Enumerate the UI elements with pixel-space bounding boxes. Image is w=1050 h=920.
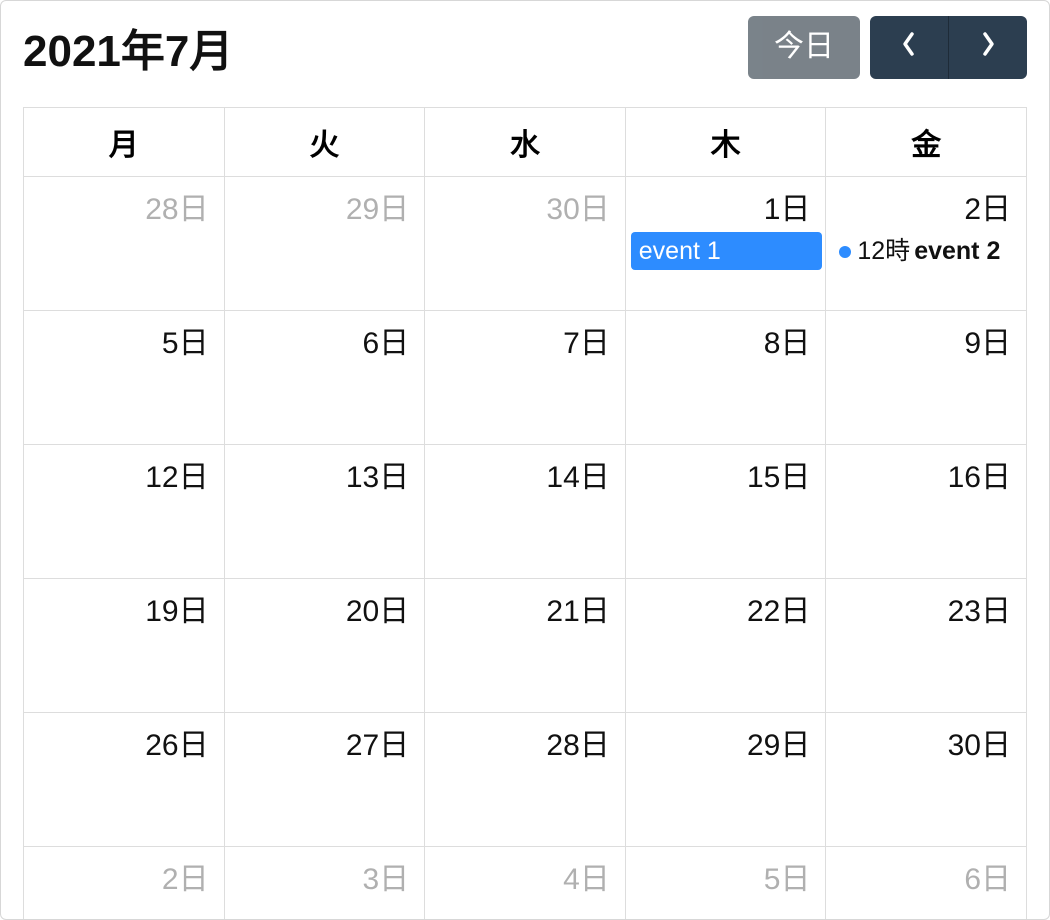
day-cell[interactable]: 23日 [826,579,1027,713]
nav-button-group [870,16,1027,79]
day-cell[interactable]: 30日 [425,177,626,311]
day-number: 13日 [226,446,424,496]
day-cell[interactable]: 5日 [625,847,826,920]
calendar-event[interactable]: event 1 [631,232,823,270]
day-number: 9日 [827,312,1025,362]
day-cell[interactable]: 12日 [24,445,225,579]
day-cell[interactable]: 4日 [425,847,626,920]
event-title: event 1 [639,237,721,265]
day-cell[interactable]: 3日 [224,847,425,920]
day-header: 火 [224,108,425,177]
day-cell[interactable]: 27日 [224,713,425,847]
day-cell[interactable]: 2日 [24,847,225,920]
day-number: 27日 [226,714,424,764]
day-number: 5日 [25,312,223,362]
day-number: 28日 [25,178,223,228]
toolbar: 2021年7月 今日 [1,1,1049,89]
day-cell[interactable]: 6日 [224,311,425,445]
day-number: 2日 [25,848,223,898]
day-number: 7日 [426,312,624,362]
day-number: 28日 [426,714,624,764]
day-number: 14日 [426,446,624,496]
day-number: 6日 [226,312,424,362]
day-cell[interactable]: 29日 [224,177,425,311]
chevron-left-icon [900,30,918,65]
prev-button[interactable] [870,16,949,79]
day-number: 1日 [627,178,825,228]
day-cell[interactable]: 22日 [625,579,826,713]
day-cell[interactable]: 14日 [425,445,626,579]
day-number: 30日 [827,714,1025,764]
event-title: event 2 [914,237,1000,265]
day-number: 22日 [627,580,825,630]
toolbar-buttons: 今日 [748,16,1027,79]
day-header: 月 [24,108,225,177]
next-button[interactable] [949,16,1027,79]
day-cell[interactable]: 5日 [24,311,225,445]
calendar-event[interactable]: 12時event 2 [831,232,1023,270]
day-number: 2日 [827,178,1025,228]
day-number: 21日 [426,580,624,630]
day-cell[interactable]: 1日 event 1 [625,177,826,311]
day-cell[interactable]: 9日 [826,311,1027,445]
day-cell[interactable]: 20日 [224,579,425,713]
day-number: 3日 [226,848,424,898]
day-number: 6日 [827,848,1025,898]
day-number: 29日 [627,714,825,764]
day-cell[interactable]: 21日 [425,579,626,713]
calendar-card: 2021年7月 今日 月火水木金 28日29日30日1日event 12日12時 [0,0,1050,920]
event-time: 12時 [857,237,910,265]
day-number: 20日 [226,580,424,630]
day-number: 12日 [25,446,223,496]
day-cell[interactable]: 7日 [425,311,626,445]
day-cell[interactable]: 16日 [826,445,1027,579]
day-number: 29日 [226,178,424,228]
chevron-right-icon [979,30,997,65]
today-button[interactable]: 今日 [748,16,860,79]
day-cell[interactable]: 2日 12時event 2 [826,177,1027,311]
day-cell[interactable]: 30日 [826,713,1027,847]
day-cell[interactable]: 19日 [24,579,225,713]
day-header: 木 [625,108,826,177]
day-number: 16日 [827,446,1025,496]
day-cell[interactable]: 29日 [625,713,826,847]
calendar-scroll[interactable]: 月火水木金 28日29日30日1日event 12日12時event 25日6日… [23,107,1027,919]
day-cell[interactable]: 28日 [425,713,626,847]
day-number: 15日 [627,446,825,496]
day-cell[interactable]: 28日 [24,177,225,311]
day-cell[interactable]: 15日 [625,445,826,579]
day-number: 8日 [627,312,825,362]
day-header: 金 [826,108,1027,177]
day-number: 30日 [426,178,624,228]
day-header: 水 [425,108,626,177]
page-title: 2021年7月 [23,15,233,79]
day-number: 26日 [25,714,223,764]
day-number: 19日 [25,580,223,630]
day-cell[interactable]: 26日 [24,713,225,847]
day-cell[interactable]: 13日 [224,445,425,579]
day-cell[interactable]: 8日 [625,311,826,445]
calendar-grid: 月火水木金 28日29日30日1日event 12日12時event 25日6日… [23,107,1027,919]
day-number: 5日 [627,848,825,898]
day-cell[interactable]: 6日 [826,847,1027,920]
day-number: 4日 [426,848,624,898]
day-number: 23日 [827,580,1025,630]
